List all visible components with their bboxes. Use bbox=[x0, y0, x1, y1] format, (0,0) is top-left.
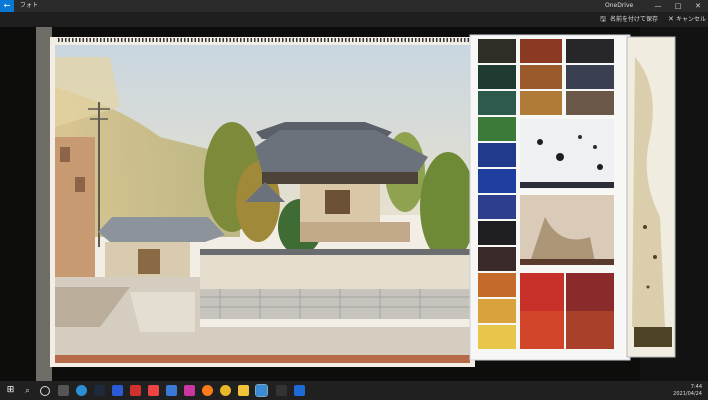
command-bar: 🖫 名前を付けて保存 ✕ キャンセル bbox=[0, 12, 708, 27]
minimize-button[interactable]: — bbox=[648, 0, 668, 12]
cancel-button[interactable]: キャンセル bbox=[676, 12, 706, 27]
cortana-icon[interactable] bbox=[40, 386, 50, 396]
chrome-icon[interactable] bbox=[220, 385, 231, 396]
store-icon[interactable] bbox=[112, 385, 123, 396]
app-title: フォト bbox=[20, 2, 39, 9]
watercolor-photo bbox=[0, 27, 708, 381]
maximize-button[interactable]: □ bbox=[668, 0, 688, 12]
app-pink-icon[interactable] bbox=[148, 385, 159, 396]
app-icon[interactable] bbox=[94, 385, 105, 396]
clock-date[interactable]: 2021/04/24 bbox=[670, 391, 702, 397]
app-blue-icon[interactable] bbox=[294, 385, 305, 396]
app-red-icon[interactable] bbox=[130, 385, 141, 396]
clock-time[interactable]: 7:44 bbox=[670, 384, 702, 390]
terminal-icon[interactable] bbox=[276, 385, 287, 396]
photo-viewer[interactable] bbox=[0, 27, 708, 381]
firefox-icon[interactable] bbox=[202, 385, 213, 396]
close-button[interactable]: ✕ bbox=[688, 0, 708, 12]
task-view-icon[interactable] bbox=[58, 385, 69, 396]
taskbar: ⊞ ⌕ 7:44 2021/04/24 bbox=[0, 381, 708, 400]
edge-icon[interactable] bbox=[76, 385, 87, 396]
instagram-icon[interactable] bbox=[184, 385, 195, 396]
cancel-icon: ✕ bbox=[668, 15, 674, 23]
mail-icon[interactable] bbox=[166, 385, 177, 396]
save-icon: 🖫 bbox=[600, 15, 606, 23]
save-as-button[interactable]: 名前を付けて保存 bbox=[610, 12, 658, 27]
file-explorer-icon[interactable] bbox=[238, 385, 249, 396]
onedrive-label[interactable]: OneDrive bbox=[605, 0, 633, 12]
search-icon[interactable]: ⌕ bbox=[22, 385, 33, 396]
windows-start-icon[interactable]: ⊞ bbox=[5, 385, 16, 396]
title-bar: ← フォト OneDrive — □ ✕ bbox=[0, 0, 708, 12]
back-button[interactable]: ← bbox=[0, 0, 14, 12]
photos-icon[interactable] bbox=[255, 384, 268, 397]
